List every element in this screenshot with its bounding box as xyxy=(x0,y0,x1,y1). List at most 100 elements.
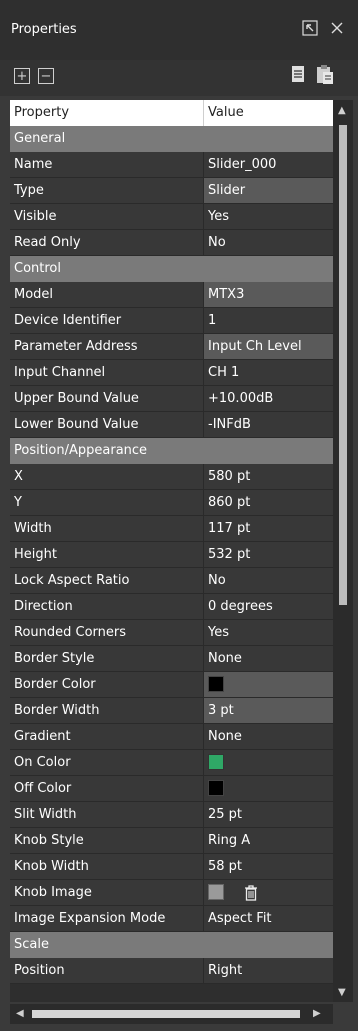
property-row[interactable]: Read Only No xyxy=(10,230,333,256)
property-value[interactable]: +10.00dB xyxy=(204,386,333,412)
collapse-all-icon[interactable]: − xyxy=(38,68,54,84)
gray-color-swatch[interactable] xyxy=(208,884,224,900)
property-value-text: Yes xyxy=(208,625,229,640)
property-row[interactable]: X 580 pt xyxy=(10,464,333,490)
category-row[interactable]: Control xyxy=(10,256,333,282)
property-row[interactable]: Knob Image xyxy=(10,880,333,906)
property-row[interactable]: Knob Width 58 pt xyxy=(10,854,333,880)
property-value[interactable]: 0 degrees xyxy=(204,594,333,620)
property-row[interactable]: Gradient None xyxy=(10,724,333,750)
property-value[interactable]: No xyxy=(204,568,333,594)
property-value[interactable]: Yes xyxy=(204,204,333,230)
property-row[interactable]: Input Channel CH 1 xyxy=(10,360,333,386)
property-row[interactable]: Border Color xyxy=(10,672,333,698)
property-value-text: +10.00dB xyxy=(208,391,274,406)
property-row[interactable]: Position Right xyxy=(10,958,333,984)
property-value[interactable]: Ring A xyxy=(204,828,333,854)
property-value[interactable]: No xyxy=(204,230,333,256)
property-row[interactable]: Border Width 3 pt xyxy=(10,698,333,724)
property-value[interactable]: -INFdB xyxy=(204,412,333,438)
property-row[interactable]: Height 532 pt xyxy=(10,542,333,568)
green-color-swatch[interactable] xyxy=(208,753,224,770)
category-label[interactable]: Scale xyxy=(10,932,333,958)
property-row[interactable]: Y 860 pt xyxy=(10,490,333,516)
property-row[interactable]: Lower Bound Value -INFdB xyxy=(10,412,333,438)
property-value[interactable]: Slider xyxy=(204,178,333,204)
category-row[interactable]: Scale xyxy=(10,932,333,958)
property-value[interactable]: MTX3 xyxy=(204,282,333,308)
property-value[interactable]: CH 1 xyxy=(204,360,333,386)
property-row[interactable]: Width 117 pt xyxy=(10,516,333,542)
property-value-text: Input Ch Level xyxy=(208,339,302,354)
popout-window-icon[interactable] xyxy=(301,19,319,37)
property-value[interactable]: None xyxy=(204,724,333,750)
scroll-right-icon[interactable]: ▶ xyxy=(313,1009,321,1019)
property-value[interactable]: 1 xyxy=(204,308,333,334)
panel-title: Properties xyxy=(11,22,77,37)
property-row[interactable]: Direction 0 degrees xyxy=(10,594,333,620)
property-value[interactable] xyxy=(204,776,333,802)
property-value[interactable]: 532 pt xyxy=(204,542,333,568)
vertical-scroll-thumb[interactable] xyxy=(339,125,347,605)
property-value[interactable]: Yes xyxy=(204,620,333,646)
black-color-swatch[interactable] xyxy=(208,779,224,796)
property-row[interactable]: Name Slider_000 xyxy=(10,152,333,178)
property-value[interactable]: 3 pt xyxy=(204,698,333,724)
property-value[interactable]: 117 pt xyxy=(204,516,333,542)
black-color-swatch[interactable] xyxy=(208,675,224,692)
property-value-text: CH 1 xyxy=(208,365,240,380)
property-value[interactable]: Input Ch Level xyxy=(204,334,333,360)
property-row[interactable]: Type Slider xyxy=(10,178,333,204)
expand-all-icon[interactable]: + xyxy=(14,68,30,84)
close-icon[interactable] xyxy=(328,19,346,37)
property-row[interactable]: Lock Aspect Ratio No xyxy=(10,568,333,594)
property-row[interactable]: Parameter Address Input Ch Level xyxy=(10,334,333,360)
property-value[interactable]: 860 pt xyxy=(204,490,333,516)
property-value[interactable]: 580 pt xyxy=(204,464,333,490)
property-row[interactable]: Visible Yes xyxy=(10,204,333,230)
property-row[interactable]: Off Color xyxy=(10,776,333,802)
property-value[interactable] xyxy=(204,750,333,776)
header-value[interactable]: Value xyxy=(204,100,333,126)
horizontal-scroll-thumb[interactable] xyxy=(32,1010,300,1018)
property-value[interactable] xyxy=(204,672,333,698)
header-property[interactable]: Property xyxy=(10,100,204,126)
paste-icon[interactable] xyxy=(316,65,334,89)
copy-icon[interactable] xyxy=(290,65,308,89)
property-value[interactable]: Aspect Fit xyxy=(204,906,333,932)
category-row[interactable]: General xyxy=(10,126,333,152)
property-value[interactable]: None xyxy=(204,646,333,672)
property-name: Direction xyxy=(10,594,204,620)
property-name: Lower Bound Value xyxy=(10,412,204,438)
property-row[interactable]: Slit Width 25 pt xyxy=(10,802,333,828)
property-name: Read Only xyxy=(10,230,204,256)
property-name: Border Color xyxy=(10,672,204,698)
property-row[interactable]: Knob Style Ring A xyxy=(10,828,333,854)
scroll-down-icon[interactable]: ▼ xyxy=(338,988,346,998)
category-label[interactable]: Position/Appearance xyxy=(10,438,333,464)
category-label[interactable]: Control xyxy=(10,256,333,282)
property-value[interactable] xyxy=(204,880,333,906)
property-row[interactable]: On Color xyxy=(10,750,333,776)
property-row[interactable]: Border Style None xyxy=(10,646,333,672)
property-row[interactable]: Upper Bound Value +10.00dB xyxy=(10,386,333,412)
scroll-up-icon[interactable]: ▲ xyxy=(338,106,346,116)
property-row[interactable]: Device Identifier 1 xyxy=(10,308,333,334)
property-row[interactable]: Image Expansion Mode Aspect Fit xyxy=(10,906,333,932)
scroll-left-icon[interactable]: ◀ xyxy=(16,1009,24,1019)
property-value[interactable]: Slider_000 xyxy=(204,152,333,178)
property-name: Border Width xyxy=(10,698,204,724)
property-name: Visible xyxy=(10,204,204,230)
property-row[interactable]: Rounded Corners Yes xyxy=(10,620,333,646)
trash-icon[interactable] xyxy=(244,884,258,901)
property-name: Knob Width xyxy=(10,854,204,880)
property-name: Width xyxy=(10,516,204,542)
property-row[interactable]: Model MTX3 xyxy=(10,282,333,308)
category-label[interactable]: General xyxy=(10,126,333,152)
category-row[interactable]: Position/Appearance xyxy=(10,438,333,464)
property-name: Border Style xyxy=(10,646,204,672)
property-value[interactable]: 58 pt xyxy=(204,854,333,880)
property-name: Rounded Corners xyxy=(10,620,204,646)
property-value[interactable]: 25 pt xyxy=(204,802,333,828)
property-value[interactable]: Right xyxy=(204,958,333,984)
